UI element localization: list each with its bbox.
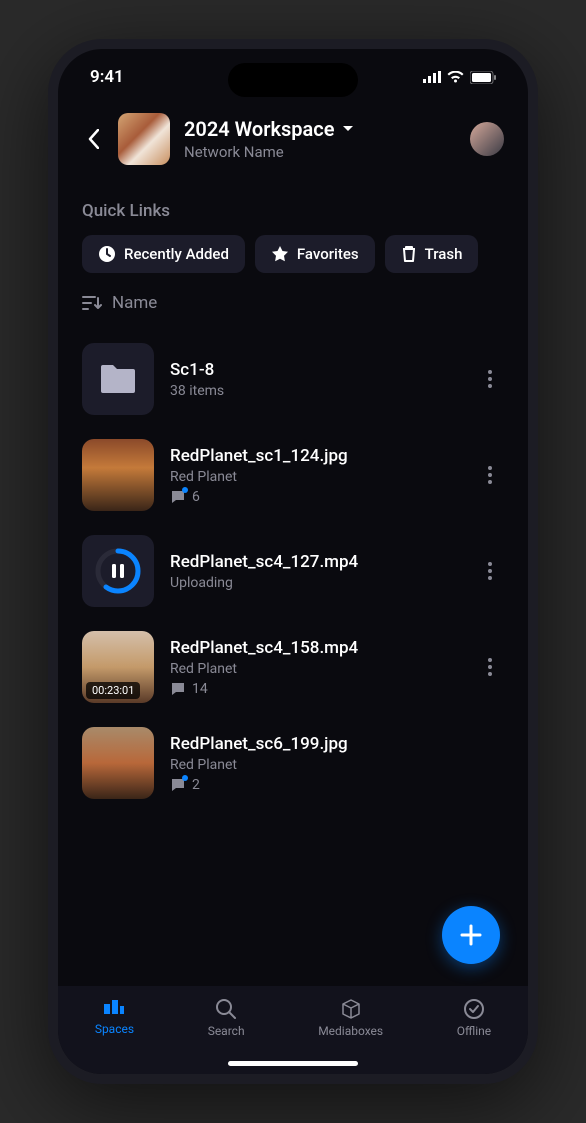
row-body: RedPlanet_sc6_199.jpg Red Planet 2 [170, 734, 504, 793]
tab-label: Search [208, 1024, 245, 1038]
check-circle-icon [463, 998, 485, 1020]
chip-favorites[interactable]: Favorites [255, 235, 375, 273]
workspace-selector[interactable]: 2024 Workspace [184, 117, 456, 141]
chip-label: Favorites [297, 245, 359, 263]
network-name: Network Name [184, 143, 456, 161]
quicklinks-title: Quick Links [58, 177, 528, 235]
status-time: 9:41 [90, 67, 124, 87]
status-indicators [423, 71, 496, 84]
add-button[interactable] [442, 906, 500, 964]
tabbar: Spaces Search Mediaboxes Offline [58, 986, 528, 1074]
list-item[interactable]: RedPlanet_sc1_124.jpg Red Planet 6 [82, 427, 504, 523]
comment-count: 14 [192, 681, 208, 697]
item-title: Sc1-8 [170, 360, 460, 380]
item-subtitle: Red Planet [170, 469, 460, 485]
avatar[interactable] [470, 122, 504, 156]
chip-recently-added[interactable]: Recently Added [82, 235, 245, 273]
more-vertical-icon [488, 466, 492, 484]
star-icon [271, 245, 289, 263]
sort-icon [82, 295, 102, 311]
tab-offline[interactable]: Offline [457, 994, 491, 1074]
battery-icon [470, 71, 496, 84]
plus-icon [459, 923, 483, 947]
item-title: RedPlanet_sc1_124.jpg [170, 446, 460, 466]
home-indicator [228, 1061, 358, 1066]
caret-down-icon [342, 125, 354, 133]
clock-icon [98, 245, 116, 263]
row-body: Sc1-8 38 items [170, 360, 460, 399]
notch [228, 63, 358, 97]
workspace-thumbnail[interactable] [118, 113, 170, 165]
row-body: RedPlanet_sc4_127.mp4 Uploading [170, 552, 460, 591]
comment-icon [170, 489, 186, 505]
image-thumbnail [82, 727, 154, 799]
spaces-icon [102, 998, 126, 1018]
list-item[interactable]: RedPlanet_sc6_199.jpg Red Planet 2 [82, 715, 504, 811]
wifi-icon [447, 71, 464, 83]
more-button[interactable] [476, 466, 504, 484]
item-title: RedPlanet_sc4_158.mp4 [170, 638, 460, 658]
chip-label: Recently Added [124, 245, 229, 263]
list-item[interactable]: 00:23:01 RedPlanet_sc4_158.mp4 Red Plane… [82, 619, 504, 715]
chip-trash[interactable]: Trash [385, 235, 479, 273]
item-meta: 6 [170, 489, 460, 505]
more-button[interactable] [476, 562, 504, 580]
tab-label: Spaces [95, 1022, 134, 1036]
item-meta: 14 [170, 681, 460, 697]
item-meta: 2 [170, 777, 504, 793]
item-title: RedPlanet_sc4_127.mp4 [170, 552, 460, 572]
unread-dot [182, 775, 188, 781]
list-item[interactable]: RedPlanet_sc4_127.mp4 Uploading [82, 523, 504, 619]
more-vertical-icon [488, 562, 492, 580]
tab-spaces[interactable]: Spaces [95, 994, 134, 1074]
duration-badge: 00:23:01 [86, 682, 140, 699]
comment-count: 6 [192, 489, 200, 505]
comment-icon [170, 681, 186, 697]
sort-label: Name [112, 293, 157, 313]
file-list: Sc1-8 38 items RedPlanet_sc1_124.jpg Red… [58, 321, 528, 811]
more-vertical-icon [488, 370, 492, 388]
row-body: RedPlanet_sc4_158.mp4 Red Planet 14 [170, 638, 460, 697]
device-frame: 9:41 2024 Workspace Network Name Quick L… [48, 39, 538, 1084]
cube-icon [340, 998, 362, 1020]
tab-label: Mediaboxes [318, 1024, 383, 1038]
chip-label: Trash [425, 245, 463, 263]
cellular-icon [423, 71, 441, 83]
item-subtitle: Red Planet [170, 757, 504, 773]
item-subtitle: 38 items [170, 383, 460, 399]
upload-thumbnail [82, 535, 154, 607]
comment-icon [170, 777, 186, 793]
folder-icon [99, 363, 137, 395]
header-text: 2024 Workspace Network Name [184, 117, 456, 161]
item-subtitle: Uploading [170, 575, 460, 591]
upload-progress [95, 548, 141, 594]
more-vertical-icon [488, 658, 492, 676]
header: 2024 Workspace Network Name [58, 95, 528, 177]
folder-thumbnail [82, 343, 154, 415]
item-subtitle: Red Planet [170, 661, 460, 677]
quicklinks-row: Recently Added Favorites Trash [58, 235, 528, 273]
row-body: RedPlanet_sc1_124.jpg Red Planet 6 [170, 446, 460, 505]
more-button[interactable] [476, 370, 504, 388]
chevron-left-icon [88, 129, 99, 149]
back-button[interactable] [82, 128, 104, 150]
tab-label: Offline [457, 1024, 491, 1038]
item-title: RedPlanet_sc6_199.jpg [170, 734, 504, 754]
unread-dot [182, 487, 188, 493]
trash-icon [401, 245, 417, 263]
more-button[interactable] [476, 658, 504, 676]
comment-count: 2 [192, 777, 200, 793]
sort-control[interactable]: Name [58, 273, 528, 321]
list-item[interactable]: Sc1-8 38 items [82, 331, 504, 427]
workspace-title: 2024 Workspace [184, 117, 334, 141]
video-thumbnail: 00:23:01 [82, 631, 154, 703]
image-thumbnail [82, 439, 154, 511]
search-icon [215, 998, 237, 1020]
